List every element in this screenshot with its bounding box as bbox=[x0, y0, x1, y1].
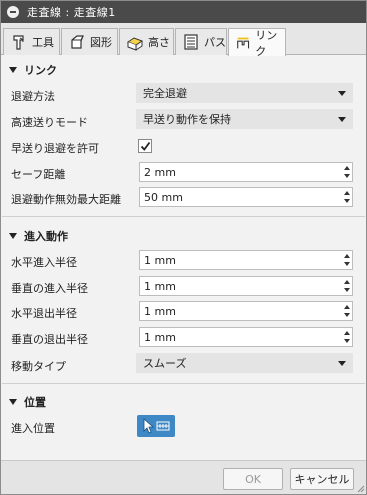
vertical-lead-in-radius-label: 垂直の進入半径 bbox=[11, 282, 88, 295]
select-point-icon bbox=[143, 418, 170, 434]
tab-geometry[interactable]: 図形 bbox=[61, 28, 118, 55]
retraction-policy-label: 退避方法 bbox=[11, 90, 55, 103]
allow-rapid-retract-label: 早送り退避を許可 bbox=[11, 142, 99, 155]
select-value: 早送り動作を保持 bbox=[143, 113, 231, 126]
allow-rapid-retract-checkbox[interactable] bbox=[138, 139, 152, 153]
section-title: 位置 bbox=[24, 396, 46, 409]
resize-grip-icon[interactable] bbox=[357, 485, 365, 493]
checkmark-icon bbox=[140, 141, 151, 151]
spin-up-icon[interactable] bbox=[344, 191, 350, 195]
tab-label: 図形 bbox=[90, 36, 112, 49]
section-positions-header[interactable]: 位置 bbox=[9, 394, 46, 410]
section-divider bbox=[2, 216, 365, 217]
tab-heights[interactable]: 高さ bbox=[119, 28, 174, 55]
horizontal-lead-out-radius-label: 水平退出半径 bbox=[11, 307, 77, 320]
spin-up-icon[interactable] bbox=[344, 305, 350, 309]
title-bar[interactable]: 走査線 : 走査線1 bbox=[1, 1, 366, 23]
geometry-icon bbox=[71, 35, 84, 49]
section-linking-header[interactable]: リンク bbox=[9, 62, 57, 78]
spin-up-icon[interactable] bbox=[344, 254, 350, 258]
cancel-button[interactable]: キャンセル bbox=[290, 468, 354, 490]
ok-button[interactable]: OK bbox=[223, 468, 283, 490]
transition-type-select[interactable]: スムーズ bbox=[136, 353, 353, 373]
collapse-triangle-icon[interactable] bbox=[9, 67, 17, 73]
section-divider bbox=[2, 383, 365, 384]
tool-icon bbox=[13, 35, 24, 50]
chevron-down-icon bbox=[338, 91, 346, 96]
linking-icon bbox=[237, 37, 250, 48]
tab-passes[interactable]: パス bbox=[175, 28, 227, 55]
spin-down-icon[interactable] bbox=[344, 199, 350, 203]
input-value: 1 mm bbox=[144, 304, 176, 318]
spin-down-icon[interactable] bbox=[344, 339, 350, 343]
dialog-window: 走査線 : 走査線1 工具 図形 高さ パス リンク リンク 退避方法 完全退避… bbox=[0, 0, 367, 495]
max-stay-down-label: 退避動作無効最大距離 bbox=[11, 193, 121, 206]
input-value: 1 mm bbox=[144, 330, 176, 344]
tab-linking[interactable]: リンク bbox=[228, 28, 286, 58]
high-feedrate-mode-label: 高速送りモード bbox=[11, 116, 88, 129]
safe-distance-input[interactable]: 2 mm bbox=[139, 162, 353, 182]
heights-icon bbox=[126, 37, 144, 51]
section-leads-header[interactable]: 進入動作 bbox=[9, 228, 68, 244]
select-value: 完全退避 bbox=[143, 87, 187, 100]
input-value: 50 mm bbox=[144, 190, 183, 204]
entry-positions-button[interactable] bbox=[137, 415, 175, 437]
select-value: スムーズ bbox=[143, 357, 187, 370]
spin-up-icon[interactable] bbox=[344, 280, 350, 284]
safe-distance-label: セーフ距離 bbox=[11, 168, 66, 181]
collapse-triangle-icon[interactable] bbox=[9, 233, 17, 239]
tab-label: リンク bbox=[255, 28, 278, 58]
spin-down-icon[interactable] bbox=[344, 288, 350, 292]
retraction-policy-select[interactable]: 完全退避 bbox=[136, 83, 353, 103]
spin-up-icon[interactable] bbox=[344, 166, 350, 170]
collapse-triangle-icon[interactable] bbox=[9, 399, 17, 405]
spin-down-icon[interactable] bbox=[344, 313, 350, 317]
vertical-lead-in-radius-input[interactable]: 1 mm bbox=[139, 276, 353, 296]
horizontal-lead-out-radius-input[interactable]: 1 mm bbox=[139, 301, 353, 321]
input-value: 1 mm bbox=[144, 279, 176, 293]
dialog-title: 走査線 : 走査線1 bbox=[27, 6, 116, 19]
vertical-lead-out-radius-label: 垂直の退出半径 bbox=[11, 333, 88, 346]
input-value: 1 mm bbox=[144, 253, 176, 267]
max-stay-down-input[interactable]: 50 mm bbox=[139, 187, 353, 207]
tab-label: パス bbox=[204, 36, 226, 49]
vertical-lead-out-radius-input[interactable]: 1 mm bbox=[139, 327, 353, 347]
horizontal-lead-in-radius-input[interactable]: 1 mm bbox=[139, 250, 353, 270]
input-value: 2 mm bbox=[144, 165, 176, 179]
chevron-down-icon bbox=[338, 361, 346, 366]
section-title: 進入動作 bbox=[24, 230, 68, 243]
section-title: リンク bbox=[24, 64, 57, 77]
tab-bar: 工具 図形 高さ パス リンク bbox=[1, 23, 366, 58]
close-icon[interactable] bbox=[7, 6, 19, 18]
transition-type-label: 移動タイプ bbox=[11, 360, 66, 373]
passes-icon bbox=[184, 34, 198, 50]
entry-positions-label: 進入位置 bbox=[11, 422, 55, 435]
spin-down-icon[interactable] bbox=[344, 174, 350, 178]
chevron-down-icon bbox=[338, 117, 346, 122]
spin-down-icon[interactable] bbox=[344, 262, 350, 266]
high-feedrate-mode-select[interactable]: 早送り動作を保持 bbox=[136, 109, 353, 129]
dialog-footer: OK キャンセル bbox=[1, 460, 366, 494]
tab-tool[interactable]: 工具 bbox=[3, 28, 60, 55]
tab-label: 工具 bbox=[32, 36, 54, 49]
horizontal-lead-in-radius-label: 水平進入半径 bbox=[11, 256, 77, 269]
spin-up-icon[interactable] bbox=[344, 331, 350, 335]
tab-label: 高さ bbox=[148, 36, 170, 49]
